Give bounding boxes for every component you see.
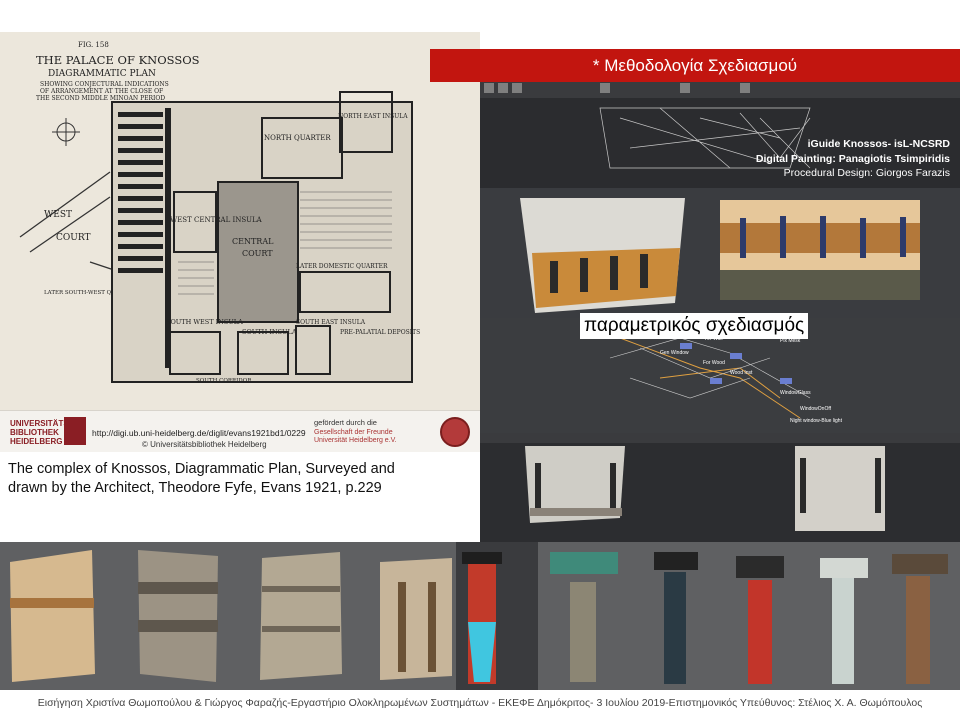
library-credit-bar: UNIVERSITÄTS- BIBLIOTHEK HEIDELBERG http… [0, 410, 480, 452]
textured-cube [520, 198, 685, 313]
footer-text: Εισήγηση Χριστίνα Θωμοπούλου & Γιώργος Φ… [37, 697, 923, 709]
society-name: Gesellschaft der Freunde Universität Hei… [314, 429, 434, 445]
label-pre-palatial: PRE-PALATIAL DEPOSITS [340, 329, 420, 336]
label-later-domestic: LATER DOMESTIC QUARTER [296, 263, 388, 270]
library-url: http://digi.ub.uni-heidelberg.de/diglit/… [92, 428, 306, 438]
wall-panel-plaster [10, 550, 95, 682]
label-se-insula: SOUTH EAST INSULA [296, 319, 366, 326]
asset-render-strip [0, 542, 960, 690]
node-windowonoff: WindowOnOff [800, 406, 832, 412]
column-red [736, 556, 784, 684]
plan-note-1: SHOWING CONJECTURAL INDICATIONS [40, 81, 169, 88]
node-night-window: Night window-Blue light [790, 418, 843, 424]
plan-fig-number: FIG. 158 [78, 41, 109, 49]
caption-line-1: The complex of Knossos, Diagrammatic Pla… [8, 461, 395, 477]
node-for-wood: For Wood [703, 360, 725, 366]
library-name-2: BIBLIOTHEK [10, 428, 59, 437]
fresco-texture [720, 200, 920, 300]
label-south-corridor: SOUTH CORRIDOR [196, 378, 252, 384]
society-name-2: Universität Heidelberg e.V. [314, 437, 397, 444]
plan-note-2: OF ARRANGEMENT AT THE CLOSE OF [40, 88, 163, 95]
library-name-3: HEIDELBERG [10, 437, 63, 446]
column-wireframe [456, 542, 538, 690]
library-logo-icon [64, 417, 86, 445]
label-central: CENTRAL [232, 237, 274, 246]
node-gen-window: Gen Window [660, 350, 689, 356]
wall-panel-ashlar [260, 552, 342, 680]
plan-caption: The complex of Knossos, Diagrammatic Pla… [8, 460, 478, 498]
credit-1: iGuide Knossos- isL-NCSRD [807, 138, 950, 150]
palace-walls: CENTRAL COURT WEST CENTRAL INSULA NORTH … [111, 91, 413, 384]
label-court: COURT [56, 233, 90, 243]
plan-note-3: THE SECOND MIDDLE MINOAN PERIOD [36, 95, 165, 102]
wall-panel-timber-frame [380, 558, 452, 680]
column-stone-capital [550, 552, 618, 682]
software-screenshots: Arr Wall Pix Mesk Gen Window For Wood Wo… [480, 78, 960, 542]
node-windowglass: WindowGlass [780, 390, 811, 396]
library-name: UNIVERSITÄTS- BIBLIOTHEK HEIDELBERG [10, 419, 72, 446]
credit-2: Digital Painting: Panagiotis Tsimpiridis [755, 153, 950, 165]
column-white [820, 558, 868, 684]
label-ne-insula: NORTH EAST INSULA [338, 113, 408, 120]
plan-title: THE PALACE OF KNOSSOS [36, 53, 200, 67]
label-north-quarter: NORTH QUARTER [264, 134, 331, 142]
label-wci: WEST CENTRAL INSULA [170, 216, 263, 224]
label-sw-insula: SOUTH WEST INSULA [166, 318, 243, 326]
label-court-2: COURT [242, 249, 273, 258]
knossos-plan-scan: FIG. 158 THE PALACE OF KNOSSOS DIAGRAMMA… [0, 32, 480, 452]
stone-texture [795, 446, 885, 531]
label-west: WEST [44, 210, 72, 220]
column-brown [892, 554, 948, 684]
footer: Εισήγηση Χριστίνα Θωμοπούλου & Γιώργος Φ… [0, 690, 960, 720]
caption-line-2: drawn by the Architect, Theodore Fyfe, E… [8, 480, 382, 496]
funded-by: gefördert durch die [314, 418, 377, 427]
library-copyright: © Universitätsbibliothek Heidelberg [142, 440, 267, 449]
plan-subtitle: DIAGRAMMATIC PLAN [48, 69, 156, 79]
label-south-insula: SOUTH INSULA [242, 328, 297, 336]
parametric-design-label: παραμετρικός σχεδιασμός [580, 313, 809, 339]
methodology-banner: * Μεθοδολογία Σχεδιασμού [430, 49, 960, 82]
node-wood-inst: Wood Inst [730, 370, 753, 376]
credit-3: Procedural Design: Giorgos Farazis [783, 167, 950, 179]
column-black [654, 552, 698, 684]
library-name-1: UNIVERSITÄTS- [10, 419, 72, 428]
wall-panel-rubble [138, 550, 218, 682]
society-name-1: Gesellschaft der Freunde [314, 429, 393, 436]
stone-cube-1 [525, 446, 625, 523]
university-seal-icon [440, 417, 470, 447]
